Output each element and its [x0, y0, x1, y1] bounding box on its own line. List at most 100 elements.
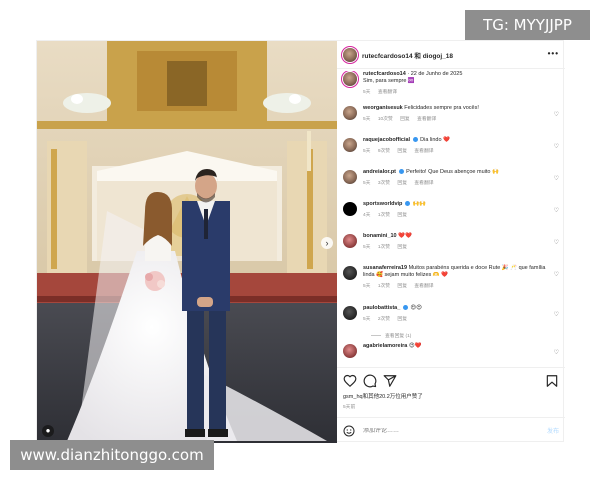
- view-replies-button[interactable]: 查看回复 (1): [337, 331, 565, 343]
- comment-text: Felicidades sempre pra vocês!: [404, 105, 479, 111]
- commenter-avatar[interactable]: [343, 170, 357, 184]
- post-comment-button[interactable]: 发布: [547, 426, 559, 435]
- commenter-avatar[interactable]: [343, 344, 357, 358]
- comment-likes[interactable]: 3次赞: [378, 181, 390, 186]
- post-sidebar: rutecfcardoso14 和 diogoj_18 ••• rutecfca…: [337, 41, 565, 443]
- comment-row: sportsworldvip 🙌🙌 4天 1次赞 回复 ♡: [337, 201, 565, 233]
- heart-icon[interactable]: ♡: [554, 311, 559, 318]
- translate-button[interactable]: 查看翻译: [414, 181, 433, 186]
- commenter-avatar[interactable]: [343, 266, 357, 280]
- post-header: rutecfcardoso14 和 diogoj_18 •••: [337, 41, 565, 69]
- post-actions: gsm_hq和其他20.2万位用户赞了 5天前: [337, 367, 565, 415]
- caption-age: 5天: [363, 90, 371, 95]
- likes-count[interactable]: gsm_hq和其他20.2万位用户赞了: [343, 392, 559, 400]
- comment-likes[interactable]: 10次赞: [378, 117, 393, 122]
- comment-text: 😍😍: [410, 305, 422, 311]
- comment-text: 🙌🙌: [412, 201, 427, 207]
- comment-age: 5天: [363, 284, 371, 289]
- comment-text: Perfeito! Que Deus abençoe muito 🙌: [406, 169, 499, 175]
- heart-icon[interactable]: ♡: [554, 175, 559, 182]
- heart-icon[interactable]: ♡: [554, 349, 559, 356]
- next-arrow-icon[interactable]: ›: [321, 237, 333, 249]
- translate-button[interactable]: 查看翻译: [414, 284, 433, 289]
- heart-icon[interactable]: ♡: [554, 111, 559, 118]
- commenter-username[interactable]: bonamini_10: [363, 233, 397, 239]
- reply-button[interactable]: 回复: [397, 181, 407, 186]
- translate-button[interactable]: 查看翻译: [414, 149, 433, 154]
- reply-button[interactable]: 回复: [397, 284, 407, 289]
- comments-list[interactable]: rutecfcardoso14 · 22 de Junho de 2025 Si…: [337, 71, 565, 365]
- caption-translate[interactable]: 查看翻译: [378, 90, 397, 95]
- comment-likes[interactable]: 1次赞: [378, 245, 390, 250]
- commenter-username[interactable]: sportsworldvip: [363, 201, 402, 207]
- heart-icon[interactable]: [343, 374, 357, 388]
- comment-age: 5天: [363, 245, 371, 250]
- comment-age: 5天: [363, 181, 371, 186]
- commenter-username[interactable]: susanaferreira19: [363, 265, 407, 271]
- comment-likes[interactable]: 1次赞: [378, 213, 390, 218]
- comment-input[interactable]: [363, 427, 547, 434]
- comment-age: 5天: [363, 317, 371, 322]
- comment-row: agabrielamoreira 😍❤️ ♡: [337, 343, 565, 359]
- post-photo[interactable]: › ●: [37, 41, 337, 443]
- comment-icon[interactable]: [363, 374, 377, 388]
- heart-icon[interactable]: ♡: [554, 271, 559, 278]
- commenter-username[interactable]: andreialor.pt: [363, 169, 396, 175]
- verified-badge-icon: [398, 169, 404, 175]
- comment-age: 5天: [363, 149, 371, 154]
- commenter-username[interactable]: raquejacobofficial: [363, 137, 410, 143]
- comment-text: 😍❤️: [408, 343, 422, 349]
- bookmark-icon[interactable]: [545, 374, 559, 388]
- commenter-username[interactable]: agabrielamoreira: [363, 343, 407, 349]
- commenter-username[interactable]: paulobattista_: [363, 305, 400, 311]
- reply-button[interactable]: 回复: [397, 317, 407, 322]
- share-icon[interactable]: [383, 374, 397, 388]
- author-avatar[interactable]: [343, 47, 357, 62]
- commenter-avatar[interactable]: [343, 202, 357, 216]
- smile-icon[interactable]: [343, 425, 355, 437]
- reply-button[interactable]: 回复: [400, 117, 410, 122]
- commenter-avatar[interactable]: [343, 138, 357, 152]
- verified-badge-icon: [404, 201, 410, 207]
- commenter-username[interactable]: weorganisesuk: [363, 105, 403, 111]
- comment-likes[interactable]: 9次赞: [378, 149, 390, 154]
- author-username[interactable]: rutecfcardoso14: [362, 53, 413, 60]
- post-age: 5天前: [343, 405, 356, 410]
- caption-date: 22 de Junho de 2025: [410, 71, 463, 77]
- caption-avatar[interactable]: [343, 72, 357, 86]
- comment-row: paulobattista_ 😍😍 5天 2次赞 回复 ♡: [337, 305, 565, 331]
- add-comment-bar: 发布: [337, 417, 565, 443]
- reply-button[interactable]: 回复: [397, 245, 407, 250]
- verified-badge-icon: [412, 137, 418, 143]
- watermark-bottom-left: www.dianzhitonggo.com: [10, 440, 214, 470]
- tagged-user-icon[interactable]: ●: [42, 425, 54, 437]
- translate-button[interactable]: 查看翻译: [417, 117, 436, 122]
- more-icon[interactable]: •••: [548, 49, 559, 58]
- post-authors[interactable]: rutecfcardoso14 和 diogoj_18: [362, 50, 453, 60]
- verified-badge-icon: [402, 305, 408, 311]
- commenter-avatar[interactable]: [343, 234, 357, 248]
- commenter-avatar[interactable]: [343, 306, 357, 320]
- authors-joiner: 和: [414, 52, 421, 60]
- comment-age: 5天: [363, 117, 371, 122]
- coauthor-username[interactable]: diogoj_18: [423, 53, 453, 60]
- comment-row: raquejacobofficial Dia lindo ❤️ 5天 9次赞 回…: [337, 137, 565, 169]
- reply-button[interactable]: 回复: [397, 213, 407, 218]
- caption-username[interactable]: rutecfcardoso14: [363, 71, 406, 77]
- comment-likes[interactable]: 1次赞: [378, 284, 390, 289]
- heart-icon[interactable]: ♡: [554, 239, 559, 246]
- caption: rutecfcardoso14 · 22 de Junho de 2025 Si…: [337, 71, 565, 105]
- comment-row: andreialor.pt Perfeito! Que Deus abençoe…: [337, 169, 565, 201]
- watermark-top-right: TG: MYYJJPP: [465, 10, 590, 40]
- heart-icon[interactable]: ♡: [554, 207, 559, 214]
- wedding-photo-illustration: [37, 41, 337, 443]
- comment-likes[interactable]: 2次赞: [378, 317, 390, 322]
- heart-icon[interactable]: ♡: [554, 143, 559, 150]
- comment-age: 4天: [363, 213, 371, 218]
- comment-text: Dia lindo ❤️: [420, 137, 450, 143]
- comment-text: ❤️❤️: [398, 233, 412, 239]
- comment-row: bonamini_10 ❤️❤️ 5天 1次赞 回复 ♡: [337, 233, 565, 265]
- commenter-avatar[interactable]: [343, 106, 357, 120]
- reply-button[interactable]: 回复: [397, 149, 407, 154]
- instagram-post: › ● rutecfcardoso14 和 diogoj_18 ••• rute…: [36, 40, 565, 443]
